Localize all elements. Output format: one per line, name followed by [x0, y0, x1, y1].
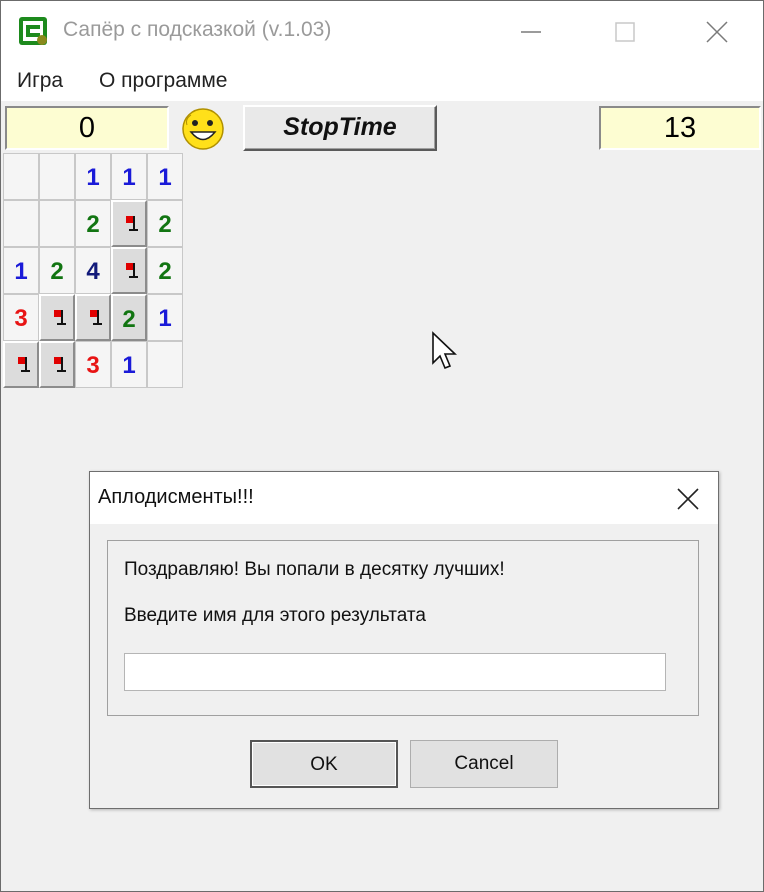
board-cell[interactable]: 2	[39, 247, 75, 294]
board-cell[interactable]	[3, 200, 39, 247]
board-cell[interactable]: 2	[75, 200, 111, 247]
minimize-icon	[521, 31, 541, 33]
board-cell[interactable]: 1	[111, 153, 147, 200]
board-cell[interactable]	[39, 341, 75, 388]
flag-icon	[54, 310, 66, 325]
ok-button[interactable]: OK	[250, 740, 398, 788]
board-cell[interactable]: 1	[111, 341, 147, 388]
cell-number: 2	[158, 258, 172, 285]
cell-number: 3	[86, 352, 100, 379]
board-cell[interactable]: 2	[111, 294, 147, 341]
flag-icon	[54, 357, 66, 372]
player-name-input[interactable]	[124, 653, 666, 691]
flag-icon	[18, 357, 30, 372]
close-button[interactable]	[687, 7, 747, 57]
flag-icon	[126, 263, 138, 278]
high-score-dialog: Аплодисменты!!! Поздравляю! Вы попали в …	[89, 471, 719, 809]
board-cell[interactable]	[39, 200, 75, 247]
minimize-button[interactable]	[501, 7, 561, 57]
board-cell[interactable]: 1	[75, 153, 111, 200]
board-cell[interactable]	[39, 153, 75, 200]
board-cell[interactable]	[75, 294, 111, 341]
menu-game[interactable]: Игра	[17, 69, 63, 93]
minesweeper-app-icon	[17, 15, 49, 47]
congrats-message: Поздравляю! Вы попали в десятку лучших!	[124, 559, 505, 580]
cancel-button[interactable]: Cancel	[410, 740, 558, 788]
maximize-icon	[615, 22, 635, 42]
stop-time-button[interactable]: StopTime	[243, 105, 437, 151]
board-cell[interactable]: 2	[147, 247, 183, 294]
cell-number: 2	[158, 211, 172, 238]
dialog-title: Аплодисменты!!!	[98, 486, 254, 508]
board-cell[interactable]: 2	[147, 200, 183, 247]
menu-bar: Игра О программе	[1, 63, 763, 101]
board-cell[interactable]	[111, 200, 147, 247]
menu-about[interactable]: О программе	[99, 69, 227, 93]
board-cell[interactable]: 1	[147, 294, 183, 341]
board-cell[interactable]: 1	[3, 247, 39, 294]
cell-number: 1	[86, 164, 100, 191]
cell-number: 1	[122, 352, 136, 379]
title-bar: Сапёр с подсказкой (v.1.03)	[1, 1, 763, 63]
board-cell[interactable]	[147, 341, 183, 388]
dialog-close-button[interactable]	[660, 476, 716, 520]
cell-number: 2	[50, 258, 64, 285]
board-cell[interactable]	[3, 153, 39, 200]
time-counter: 13	[599, 106, 761, 150]
maximize-button[interactable]	[595, 7, 655, 57]
cell-number: 4	[86, 258, 100, 285]
name-prompt-label: Введите имя для этого результата	[124, 605, 426, 626]
minefield-board: 11122124232131	[3, 153, 183, 393]
smiley-face-button[interactable]	[179, 105, 227, 153]
cell-number: 1	[14, 258, 28, 285]
cell-number: 1	[122, 164, 136, 191]
board-cell[interactable]: 4	[75, 247, 111, 294]
cell-number: 1	[158, 305, 172, 332]
cell-number: 2	[86, 211, 100, 238]
close-icon	[706, 21, 728, 43]
board-cell[interactable]	[39, 294, 75, 341]
window-title: Сапёр с подсказкой (v.1.03)	[63, 18, 332, 41]
mine-counter: 0	[5, 106, 169, 150]
board-cell[interactable]	[111, 247, 147, 294]
close-icon	[677, 488, 699, 510]
board-cell[interactable]: 3	[3, 294, 39, 341]
dialog-group-box: Поздравляю! Вы попали в десятку лучших! …	[107, 540, 699, 716]
main-window: Сапёр с подсказкой (v.1.03) Игра О прогр…	[0, 0, 764, 892]
board-cell[interactable]: 1	[147, 153, 183, 200]
board-cell[interactable]: 3	[75, 341, 111, 388]
flag-icon	[126, 216, 138, 231]
cell-number: 2	[122, 306, 136, 333]
cell-number: 1	[158, 164, 172, 191]
dialog-title-bar: Аплодисменты!!!	[90, 472, 718, 524]
mouse-cursor-icon	[431, 331, 457, 376]
cell-number: 3	[14, 305, 28, 332]
smiley-face-icon	[182, 108, 224, 150]
flag-icon	[90, 310, 102, 325]
board-cell[interactable]	[3, 341, 39, 388]
